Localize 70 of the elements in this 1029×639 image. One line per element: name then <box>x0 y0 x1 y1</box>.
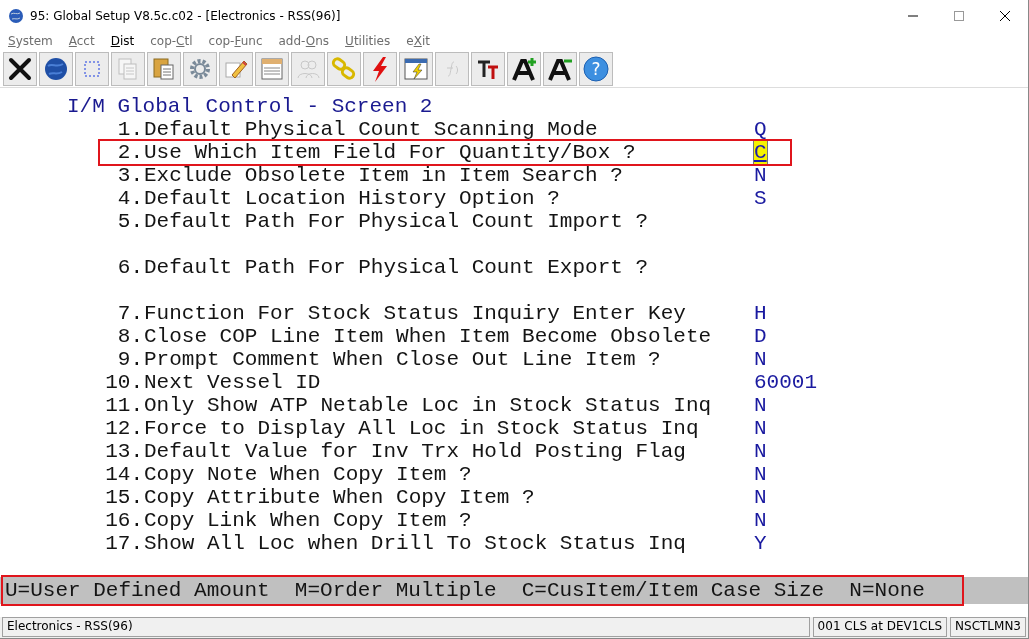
field-label: Default Physical Count Scanning Mode <box>143 118 599 141</box>
toolbar-button[interactable] <box>471 52 505 86</box>
field-value[interactable]: N <box>754 417 767 440</box>
toolbar-button[interactable] <box>507 52 541 86</box>
field-number: 9. <box>116 348 143 371</box>
field-value[interactable]: N <box>754 164 767 187</box>
field-number: 6. <box>116 256 143 279</box>
status-text: NSCTLMN3 <box>950 617 1026 637</box>
field-number: 14. <box>105 463 143 486</box>
field-number: 16. <box>105 509 143 532</box>
field-label: Copy Attribute When Copy Item ? <box>143 486 536 509</box>
field-number: 17. <box>105 532 143 555</box>
field-number: 1. <box>116 118 143 141</box>
field-number: 10. <box>105 371 143 394</box>
globe-icon <box>42 55 70 83</box>
chain-icon <box>330 55 358 83</box>
font-increase-icon <box>510 55 538 83</box>
field-value[interactable]: Y <box>754 532 767 555</box>
field-value[interactable]: C <box>754 141 767 164</box>
field-number: 13. <box>105 440 143 463</box>
field-value[interactable]: H <box>754 302 767 325</box>
close-icon <box>6 55 34 83</box>
field-label: Default Location History Option ? <box>143 187 561 210</box>
field-number: 15. <box>105 486 143 509</box>
field-value[interactable]: N <box>754 509 767 532</box>
close-icon[interactable] <box>1000 10 1010 21</box>
field-value[interactable]: N <box>754 394 767 417</box>
toolbar-button[interactable] <box>543 52 577 86</box>
status-text: 001 CLS at DEV1CLS <box>812 617 948 637</box>
field-number: 3. <box>116 164 143 187</box>
field-label: Next Vessel ID <box>143 371 322 394</box>
field-label: Copy Note When Copy Item ? <box>143 463 473 486</box>
field-number: 2. <box>116 141 143 164</box>
field-value[interactable]: N <box>754 463 767 486</box>
maximize-icon[interactable] <box>954 10 964 21</box>
field-label: Show All Loc when Drill To Stock Status Inq <box>143 532 687 555</box>
field-label: Prompt Comment When Close Out Line Item ? <box>143 348 662 371</box>
toolbar-button[interactable] <box>3 52 37 86</box>
field-value[interactable]: Q <box>754 118 767 141</box>
window-title: 95: Global Setup V8.5c.c02 - [Electronics - RSS(96)] <box>30 8 342 23</box>
help-icon <box>582 55 610 83</box>
field-label: Copy Link When Copy Item ? <box>143 509 473 532</box>
menu-item[interactable]: Dist <box>110 34 135 48</box>
field-value[interactable]: N <box>754 486 767 509</box>
status-text: Electronics - RSS(96) <box>2 617 810 637</box>
globe-icon <box>8 7 24 24</box>
field-label: Default Path For Physical Count Export ? <box>143 256 650 279</box>
field-value[interactable]: N <box>754 348 767 371</box>
field-label: Force to Display All Loc in Stock Status Inq <box>143 417 700 440</box>
field-value[interactable]: D <box>754 325 767 348</box>
field-label: Function For Stock Status Inquiry Enter Key <box>143 302 687 325</box>
window-lightning-icon <box>402 55 430 83</box>
toolbar-button[interactable] <box>39 52 73 86</box>
screen-title: I/M Global Control - Screen 2 <box>67 95 434 118</box>
field-label: Default Path For Physical Count Import ? <box>143 210 650 233</box>
field-number: 11. <box>105 394 143 417</box>
notepad-icon <box>258 55 286 83</box>
field-number: 12. <box>105 417 143 440</box>
field-value[interactable]: N <box>754 440 767 463</box>
field-number: 8. <box>116 325 143 348</box>
field-value[interactable]: S <box>754 187 767 210</box>
field-label: Exclude Obsolete Item in Item Search ? <box>143 164 624 187</box>
field-label: Use Which Item Field For Quantity/Box ? <box>143 141 637 164</box>
field-number: 7. <box>116 302 143 325</box>
field-label: Default Value for Inv Trx Hold Posting Flag <box>143 440 687 463</box>
field-number: 5. <box>116 210 143 233</box>
field-label: Close COP Line Item When Item Become Obsolete <box>143 325 713 348</box>
field-number: 4. <box>116 187 143 210</box>
field-value[interactable]: 60001 <box>754 371 817 394</box>
field-label: Only Show ATP Netable Loc in Stock Status Inq <box>143 394 713 417</box>
